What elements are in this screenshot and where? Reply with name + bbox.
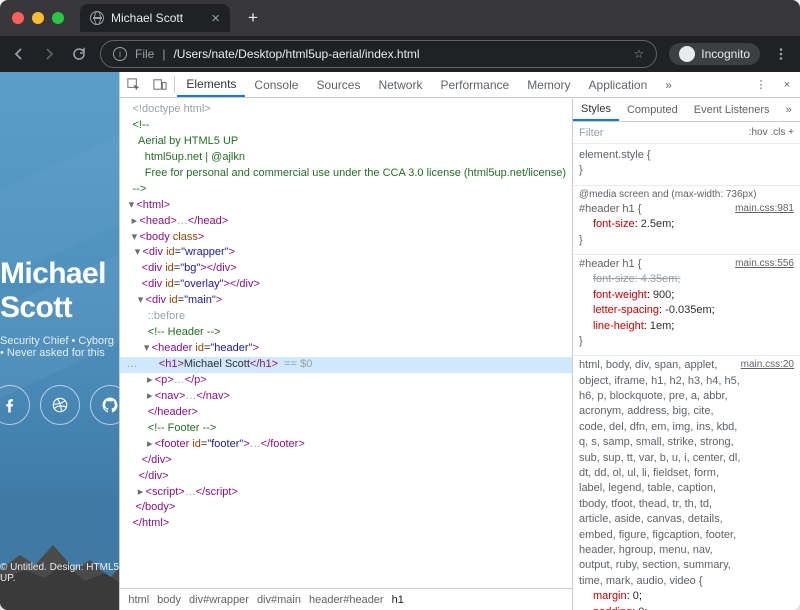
incognito-icon	[679, 46, 695, 62]
close-tab-icon[interactable]: ×	[211, 10, 220, 27]
styles-tab-computed[interactable]: Computed	[619, 98, 686, 121]
info-icon[interactable]: i	[113, 47, 127, 61]
hero-name: Michael Scott	[0, 257, 119, 325]
inspect-icon[interactable]	[120, 72, 146, 97]
breadcrumb-item[interactable]: header#header	[309, 594, 384, 606]
url-scheme: File	[135, 47, 154, 61]
window-controls	[12, 12, 64, 24]
github-icon[interactable]	[90, 385, 120, 425]
browser-tab[interactable]: Michael Scott ×	[80, 4, 230, 32]
devtools-tab-network[interactable]: Network	[369, 72, 431, 97]
style-rule[interactable]: #header h1 {main.css:556font-size: 4.35e…	[573, 255, 800, 356]
facebook-icon[interactable]	[0, 385, 30, 425]
incognito-badge[interactable]: Incognito	[669, 43, 760, 65]
reload-button[interactable]	[70, 45, 88, 63]
styles-filter[interactable]: Filter :hov .cls +	[573, 122, 800, 144]
devtools-tabs: ElementsConsoleSourcesNetworkPerformance…	[120, 72, 800, 98]
breadcrumb-item[interactable]: div#wrapper	[189, 594, 249, 606]
maximize-window[interactable]	[52, 12, 64, 24]
devtools-tab-memory[interactable]: Memory	[518, 72, 579, 97]
devtools-tab-console[interactable]: Console	[245, 72, 307, 97]
menu-button[interactable]	[772, 45, 790, 63]
dom-tree[interactable]: <!doctype html> <!-- Aerial by HTML5 UP …	[120, 98, 572, 588]
breadcrumb-item[interactable]: div#main	[257, 594, 301, 606]
devtools-tab-performance[interactable]: Performance	[431, 72, 518, 97]
forward-button[interactable]	[40, 45, 58, 63]
devtools-tab-elements[interactable]: Elements	[177, 72, 245, 97]
styles-more-icon[interactable]: »	[778, 98, 800, 121]
dribbble-icon[interactable]	[40, 385, 80, 425]
url-path: /Users/nate/Desktop/html5up-aerial/index…	[173, 47, 419, 61]
breadcrumb-item[interactable]: body	[157, 594, 181, 606]
styles-tabs: StylesComputedEvent Listeners»	[573, 98, 800, 122]
styles-panel: StylesComputedEvent Listeners» Filter :h…	[572, 98, 800, 610]
address-bar: i File | /Users/nate/Desktop/html5up-aer…	[0, 36, 800, 72]
close-window[interactable]	[12, 12, 24, 24]
titlebar: Michael Scott × +	[0, 0, 800, 36]
breadcrumb: html body div#wrapper div#main header#header…	[120, 588, 572, 610]
devtools: ElementsConsoleSourcesNetworkPerformance…	[119, 72, 800, 610]
style-rule[interactable]: element.style {}	[573, 146, 800, 186]
style-rule[interactable]: html, body, div, span, applet, object, i…	[573, 356, 800, 610]
hero-tagline: Security Chief • Cyborg • Never asked fo…	[0, 335, 119, 359]
more-tabs-icon[interactable]: »	[656, 72, 681, 97]
minimize-window[interactable]	[32, 12, 44, 24]
url-box[interactable]: i File | /Users/nate/Desktop/html5up-aer…	[100, 40, 657, 68]
breadcrumb-item[interactable]: h1	[392, 594, 404, 606]
devtools-menu-icon[interactable]: ⋮	[748, 72, 774, 97]
devtools-close-icon[interactable]: ×	[774, 72, 800, 97]
styles-tab-event-listeners[interactable]: Event Listeners	[686, 98, 778, 121]
style-rules[interactable]: element.style {}@media screen and (max-w…	[573, 144, 800, 610]
back-button[interactable]	[10, 45, 28, 63]
rendered-page: Michael Scott Security Chief • Cyborg • …	[0, 72, 119, 610]
globe-icon	[90, 11, 104, 25]
device-icon[interactable]	[146, 72, 172, 97]
star-icon[interactable]: ☆	[634, 47, 645, 61]
tab-title: Michael Scott	[111, 11, 183, 25]
content-area: Michael Scott Security Chief • Cyborg • …	[0, 72, 800, 610]
style-rule[interactable]: @media screen and (max-width: 736px)#hea…	[573, 186, 800, 255]
browser-window: Michael Scott × + i File | /Users/nate/D…	[0, 0, 800, 610]
page-credit: © Untitled. Design: HTML5 UP.	[0, 562, 119, 584]
breadcrumb-item[interactable]: html	[128, 594, 149, 606]
social-row	[0, 385, 119, 425]
devtools-tab-sources[interactable]: Sources	[307, 72, 369, 97]
new-tab-button[interactable]: +	[248, 8, 258, 28]
devtools-tab-application[interactable]: Application	[580, 72, 657, 97]
styles-tab-styles[interactable]: Styles	[573, 98, 619, 121]
